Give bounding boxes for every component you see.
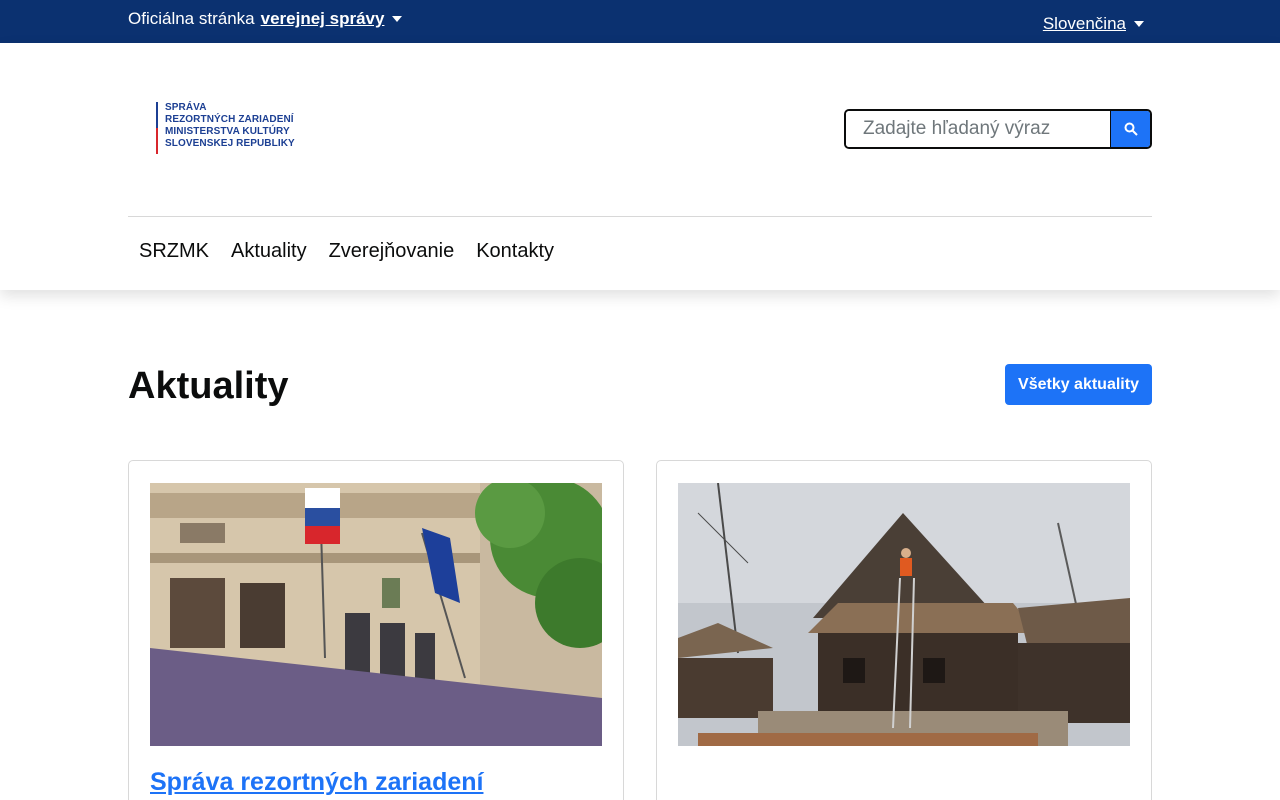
site-header: SPRÁVA REZORTNÝCH ZARIADENÍ MINISTERSTVA… — [0, 43, 1280, 290]
official-site-notice: Oficiálna stránka verejnej správy — [128, 9, 403, 29]
logo-line: MINISTERSTVA KULTÚRY — [165, 126, 290, 137]
site-logo[interactable]: SPRÁVA REZORTNÝCH ZARIADENÍ MINISTERSTVA… — [156, 102, 295, 154]
news-card-title[interactable]: Správa rezortných zariadení — [150, 768, 483, 797]
all-news-button[interactable]: Všetky aktuality — [1005, 364, 1152, 405]
search-input[interactable] — [846, 111, 1110, 147]
official-text: Oficiálna stránka — [128, 9, 255, 28]
language-label[interactable]: Slovenčina — [1043, 14, 1126, 34]
nav-item-kontakty[interactable]: Kontakty — [465, 240, 565, 263]
ministry-building-image — [150, 483, 602, 746]
news-card[interactable]: Správa rezortných zariadení — [128, 460, 624, 800]
logo-text: SPRÁVA REZORTNÝCH ZARIADENÍ MINISTERSTVA… — [165, 102, 295, 154]
news-card[interactable] — [656, 460, 1152, 800]
logo-bar — [156, 102, 158, 154]
chevron-down-icon[interactable] — [392, 16, 403, 22]
header-divider — [128, 216, 1152, 217]
wooden-house-roof-repair-photo[interactable] — [678, 483, 1130, 746]
nav-item-zverejnovanie[interactable]: Zverejňovanie — [318, 240, 466, 263]
search-icon — [1124, 122, 1138, 136]
main-navigation: SRZMK Aktuality Zverejňovanie Kontakty — [128, 240, 565, 263]
official-bar: Oficiálna stránka verejnej správy Sloven… — [0, 0, 1280, 43]
nav-item-srzmk[interactable]: SRZMK — [128, 240, 220, 263]
chevron-down-icon[interactable] — [1134, 21, 1144, 27]
nav-item-aktuality[interactable]: Aktuality — [220, 240, 318, 263]
ministry-building-photo[interactable] — [150, 483, 602, 746]
logo-line: SLOVENSKEJ REPUBLIKY — [165, 138, 295, 149]
search-box — [844, 109, 1152, 149]
logo-line: SPRÁVA — [165, 102, 207, 113]
wooden-house-image — [678, 483, 1130, 746]
language-selector[interactable]: Slovenčina — [1043, 14, 1144, 34]
page-title: Aktuality — [128, 365, 289, 407]
official-link[interactable]: verejnej správy — [261, 9, 385, 29]
logo-line: REZORTNÝCH ZARIADENÍ — [165, 114, 294, 125]
search-button[interactable] — [1110, 111, 1150, 147]
